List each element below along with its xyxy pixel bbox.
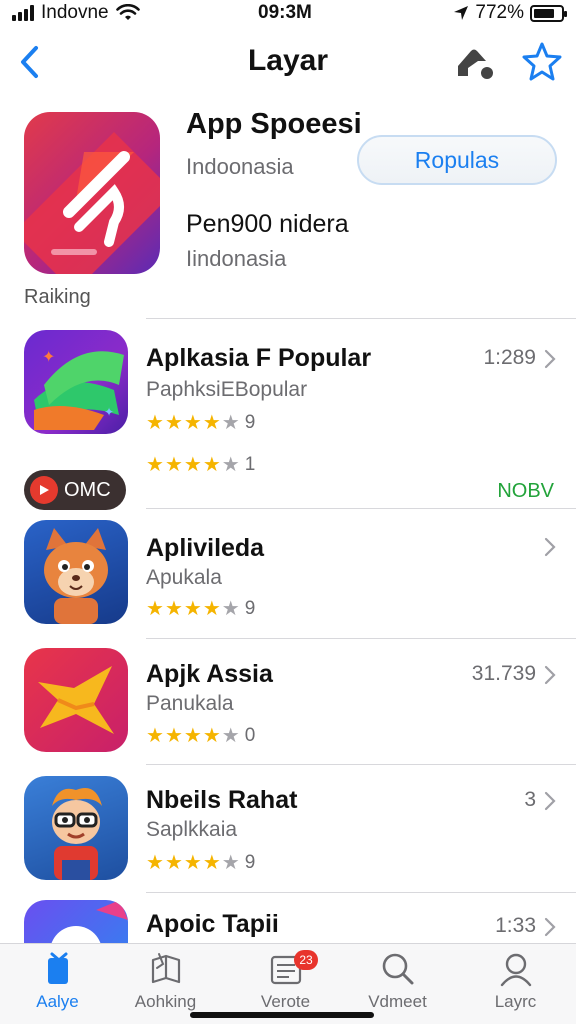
chevron-right-icon[interactable] [544, 917, 556, 937]
app-meta: 31.739 [471, 662, 536, 685]
today-icon [47, 952, 68, 984]
app-icon[interactable] [24, 648, 128, 752]
app-subtitle: Apukala [146, 566, 222, 589]
svg-text:✦: ✦ [42, 347, 55, 366]
rating-count: 9 [244, 851, 256, 873]
list-item[interactable]: Apoic Tapii 1:33 [0, 900, 576, 943]
star-rating: ★ ★ ★ ★ ★ 9 [146, 597, 256, 621]
app-subtitle: PaphksiEBopular [146, 378, 308, 401]
app-icon[interactable] [24, 520, 128, 624]
app-name: Apoic Tapii [146, 910, 279, 938]
tab-label: Aohking [134, 992, 197, 1011]
status-bar: Indovne 09:3M 772% [0, 0, 576, 28]
app-name: Aplkasia F Popular [146, 344, 372, 372]
app-icon[interactable]: ✦ ✦ [24, 330, 128, 434]
tab-notes[interactable]: 23 Verote [228, 950, 343, 1012]
status-right: 772% [453, 2, 567, 24]
omc-label: OMC [64, 478, 111, 501]
chevron-right-icon[interactable] [544, 537, 556, 557]
app-subtitle: Saplkkaia [146, 818, 238, 841]
list-item[interactable]: Nbeils Rahat Saplkkaia 3 ★ ★ ★ ★ ★ 9 [0, 776, 576, 896]
app-name: Apjk Assia [146, 660, 273, 688]
rating-count: 0 [244, 724, 256, 746]
omc-badge[interactable]: OMC [24, 470, 126, 510]
chevron-right-icon[interactable] [544, 791, 556, 811]
featured-app-icon[interactable] [24, 112, 160, 274]
account-icon [500, 953, 531, 987]
app-subtitle: Panukala [146, 692, 234, 715]
tab-account[interactable]: Layrc [458, 950, 573, 1012]
favorite-star-icon[interactable] [520, 40, 564, 84]
star-rating-secondary: ★ ★ ★ ★ ★ 1 [146, 453, 256, 477]
app-name: Aplivileda [146, 534, 265, 562]
wifi-icon [115, 4, 140, 20]
featured-line-3: Iindonasia [186, 246, 287, 271]
books-icon [151, 953, 180, 984]
app-meta: 1:289 [483, 346, 536, 369]
app-icon[interactable] [24, 776, 128, 880]
tab-search[interactable]: Vdmeet [340, 950, 455, 1012]
tab-label: Layrc [494, 992, 537, 1011]
chevron-right-icon[interactable] [544, 349, 556, 369]
divider [146, 318, 576, 319]
status-left: Indovne [12, 2, 140, 24]
tab-ranking[interactable]: Aohking [108, 950, 223, 1012]
featured-line-2: Pen900 nidera [186, 210, 349, 238]
star-rating: ★ ★ ★ ★ ★ 0 [146, 724, 256, 748]
search-icon [382, 953, 413, 985]
battery-icon [530, 4, 567, 22]
tab-label: Verote [260, 992, 311, 1011]
play-icon [30, 476, 58, 504]
chevron-right-icon[interactable] [544, 665, 556, 685]
tab-label: Aalye [36, 992, 79, 1011]
divider [146, 892, 576, 893]
app-name: Nbeils Rahat [146, 786, 298, 814]
svg-text:✦: ✦ [104, 405, 114, 419]
carrier-label: Indovne [41, 2, 109, 23]
divider [146, 764, 576, 765]
list-item[interactable]: ✦ ✦ Aplkasia F Popular PaphksiEBopular 1… [0, 330, 576, 510]
home-indicator[interactable] [190, 1012, 374, 1018]
share-icon[interactable] [454, 42, 496, 82]
app-meta: 1:33 [495, 914, 536, 937]
get-button[interactable]: NOBV [497, 480, 554, 503]
tab-today[interactable]: Aalye [0, 950, 115, 1012]
signal-icon [12, 5, 34, 21]
list-item[interactable]: Apjk Assia Panukala 31.739 ★ ★ ★ ★ ★ 0 [0, 648, 576, 768]
rating-count: 9 [244, 411, 256, 433]
list-item[interactable]: Aplivileda Apukala ★ ★ ★ ★ ★ 9 [0, 520, 576, 640]
star-rating: ★ ★ ★ ★ ★ 9 [146, 411, 256, 435]
featured-app-title: App Spoeesi [186, 108, 362, 140]
rating-count: 9 [244, 597, 256, 619]
featured-app-subtitle: Indoonasia [186, 154, 294, 179]
battery-percent: 772% [475, 2, 524, 23]
featured-app: App Spoeesi Indoonasia Ropulas Pen900 ni… [0, 104, 576, 320]
section-label-ranking: Raiking [24, 286, 91, 308]
rating-count-secondary: 1 [244, 453, 256, 475]
app-meta: 3 [524, 788, 536, 811]
divider [146, 638, 576, 639]
star-rating: ★ ★ ★ ★ ★ 9 [146, 851, 256, 875]
notification-badge: 23 [294, 950, 318, 970]
divider [146, 508, 576, 509]
app-icon[interactable] [24, 900, 128, 943]
clock: 09:3M [258, 2, 312, 23]
location-icon [454, 6, 469, 20]
battery-fill [534, 8, 555, 18]
popular-button[interactable]: Ropulas [357, 135, 557, 185]
nav-bar: Layar [0, 30, 576, 94]
tab-label: Vdmeet [368, 992, 427, 1011]
